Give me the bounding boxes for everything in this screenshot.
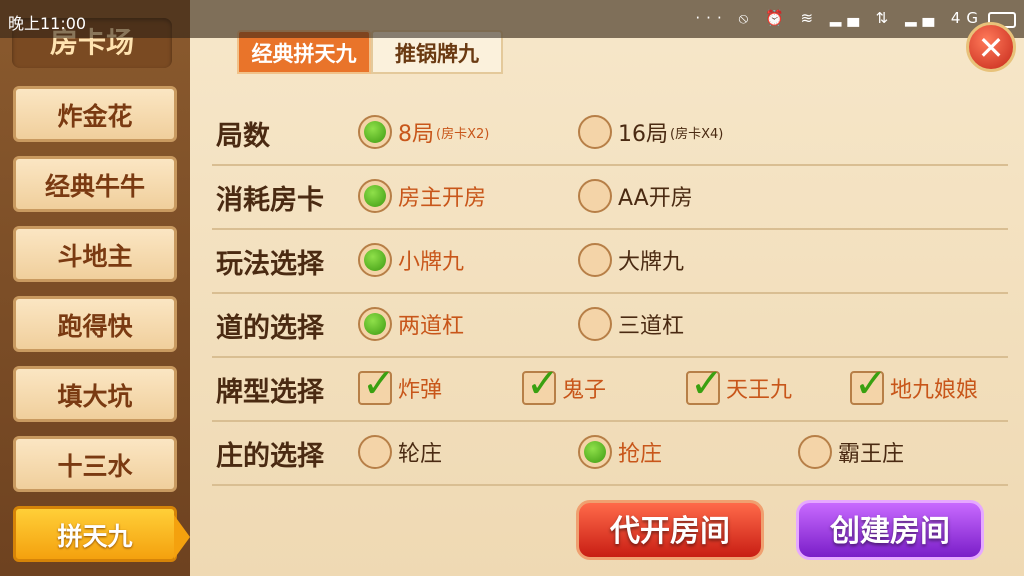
option-label: 霸王庄: [838, 442, 905, 467]
status-bar: 晚上11:00 ··· ⦸ ⏰ ≋ ▂▄ ⇅ ▂▄ 4G: [0, 0, 1024, 38]
proxy-open-room-button[interactable]: 代开房间: [576, 500, 764, 560]
sidebar-item-label: 跑得快: [57, 312, 133, 341]
option-row: 道的选择 两道杠 三道杠: [212, 292, 1008, 358]
radio-option[interactable]: 轮庄: [358, 432, 442, 472]
radio-icon[interactable]: [798, 435, 832, 469]
radio-icon[interactable]: [578, 243, 612, 277]
option-note: (房卡X2): [436, 126, 490, 142]
sidebar-item-label: 炸金花: [57, 102, 133, 131]
radio-option[interactable]: 大牌九: [578, 240, 684, 280]
checkbox-option[interactable]: 鬼子: [522, 361, 607, 408]
sidebar-item-label: 经典牛牛: [44, 172, 145, 201]
checkbox-icon[interactable]: [850, 361, 888, 407]
option-label: 天王九: [726, 378, 793, 403]
radio-option[interactable]: 两道杠: [358, 304, 464, 344]
close-button[interactable]: ✕: [966, 22, 1016, 72]
option-label: 地九娘娘: [890, 378, 979, 403]
sidebar-item-label: 斗地主: [57, 242, 133, 271]
close-icon: ✕: [977, 29, 1005, 67]
option-row: 消耗房卡 房主开房 AA开房: [212, 164, 1008, 230]
checkbox-option[interactable]: 炸弹: [358, 361, 443, 408]
checkbox-option[interactable]: 地九娘娘: [850, 361, 979, 408]
option-label: 小牌九: [398, 250, 465, 275]
radio-icon[interactable]: [358, 435, 392, 469]
sidebar-item-label: 拼天九: [57, 522, 133, 551]
option-row: 牌型选择 炸弹 鬼子 天王九 地九娘娘: [212, 356, 1008, 422]
radio-icon[interactable]: [578, 307, 612, 341]
option-label: 鬼子: [562, 378, 607, 403]
sidebar-item-niuniu[interactable]: 经典牛牛: [13, 156, 177, 212]
radio-option[interactable]: 16局 (房卡X4): [578, 112, 723, 152]
radio-option[interactable]: 三道杠: [578, 304, 684, 344]
option-label: 8局: [398, 122, 434, 147]
row-label: 消耗房卡: [216, 185, 324, 216]
active-arrow-icon: [174, 515, 190, 559]
radio-option[interactable]: 小牌九: [358, 240, 464, 280]
row-label: 道的选择: [216, 313, 324, 344]
option-row: 庄的选择 轮庄 抢庄 霸王庄: [212, 420, 1008, 486]
option-label: 房主开房: [398, 186, 487, 211]
option-label: 三道杠: [618, 314, 685, 339]
status-icons: ··· ⦸ ⏰ ≋ ▂▄ ⇅ ▂▄ 4G: [695, 9, 984, 27]
checkbox-icon[interactable]: [358, 361, 396, 407]
row-label: 玩法选择: [216, 249, 324, 280]
sidebar-item-label: 填大坑: [57, 382, 133, 411]
radio-icon[interactable]: [358, 307, 392, 341]
create-room-button[interactable]: 创建房间: [796, 500, 984, 560]
radio-icon[interactable]: [578, 179, 612, 213]
option-label: 轮庄: [398, 442, 443, 467]
option-label: 16局: [618, 122, 668, 147]
checkbox-icon[interactable]: [686, 361, 724, 407]
radio-option[interactable]: 8局 (房卡X2): [358, 112, 489, 152]
option-note: (房卡X4): [670, 126, 724, 142]
radio-icon[interactable]: [358, 115, 392, 149]
sidebar-item-zhajinhua[interactable]: 炸金花: [13, 86, 177, 142]
sidebar-item-tiandakeng[interactable]: 填大坑: [13, 366, 177, 422]
option-label: 两道杠: [398, 314, 465, 339]
option-label: 炸弹: [398, 378, 443, 403]
option-label: AA开房: [618, 186, 693, 211]
option-row: 局数 8局 (房卡X2) 16局 (房卡X4): [212, 100, 1008, 166]
sidebar-item-pintianjiu[interactable]: 拼天九: [13, 506, 190, 562]
row-label: 庄的选择: [216, 441, 324, 472]
radio-icon[interactable]: [358, 243, 392, 277]
radio-icon[interactable]: [578, 435, 612, 469]
option-label: 大牌九: [618, 250, 685, 275]
radio-icon[interactable]: [578, 115, 612, 149]
radio-icon[interactable]: [358, 179, 392, 213]
radio-option[interactable]: 抢庄: [578, 432, 662, 472]
checkbox-icon[interactable]: [522, 361, 560, 407]
sidebar-item-doudizhu[interactable]: 斗地主: [13, 226, 177, 282]
checkbox-option[interactable]: 天王九: [686, 361, 793, 408]
status-time: 晚上11:00: [8, 14, 87, 33]
row-label: 局数: [216, 121, 270, 152]
radio-option[interactable]: 霸王庄: [798, 432, 904, 472]
sidebar-item-label: 十三水: [57, 452, 133, 481]
sidebar-item-paodekuai[interactable]: 跑得快: [13, 296, 177, 352]
radio-option[interactable]: 房主开房: [358, 176, 486, 216]
row-label: 牌型选择: [216, 377, 324, 408]
option-label: 抢庄: [618, 442, 663, 467]
sidebar-item-shisanshui[interactable]: 十三水: [13, 436, 177, 492]
option-row: 玩法选择 小牌九 大牌九: [212, 228, 1008, 294]
radio-option[interactable]: AA开房: [578, 176, 693, 216]
sidebar: 房卡场 炸金花 经典牛牛 斗地主 跑得快 填大坑 十三水 拼天九: [0, 0, 190, 576]
